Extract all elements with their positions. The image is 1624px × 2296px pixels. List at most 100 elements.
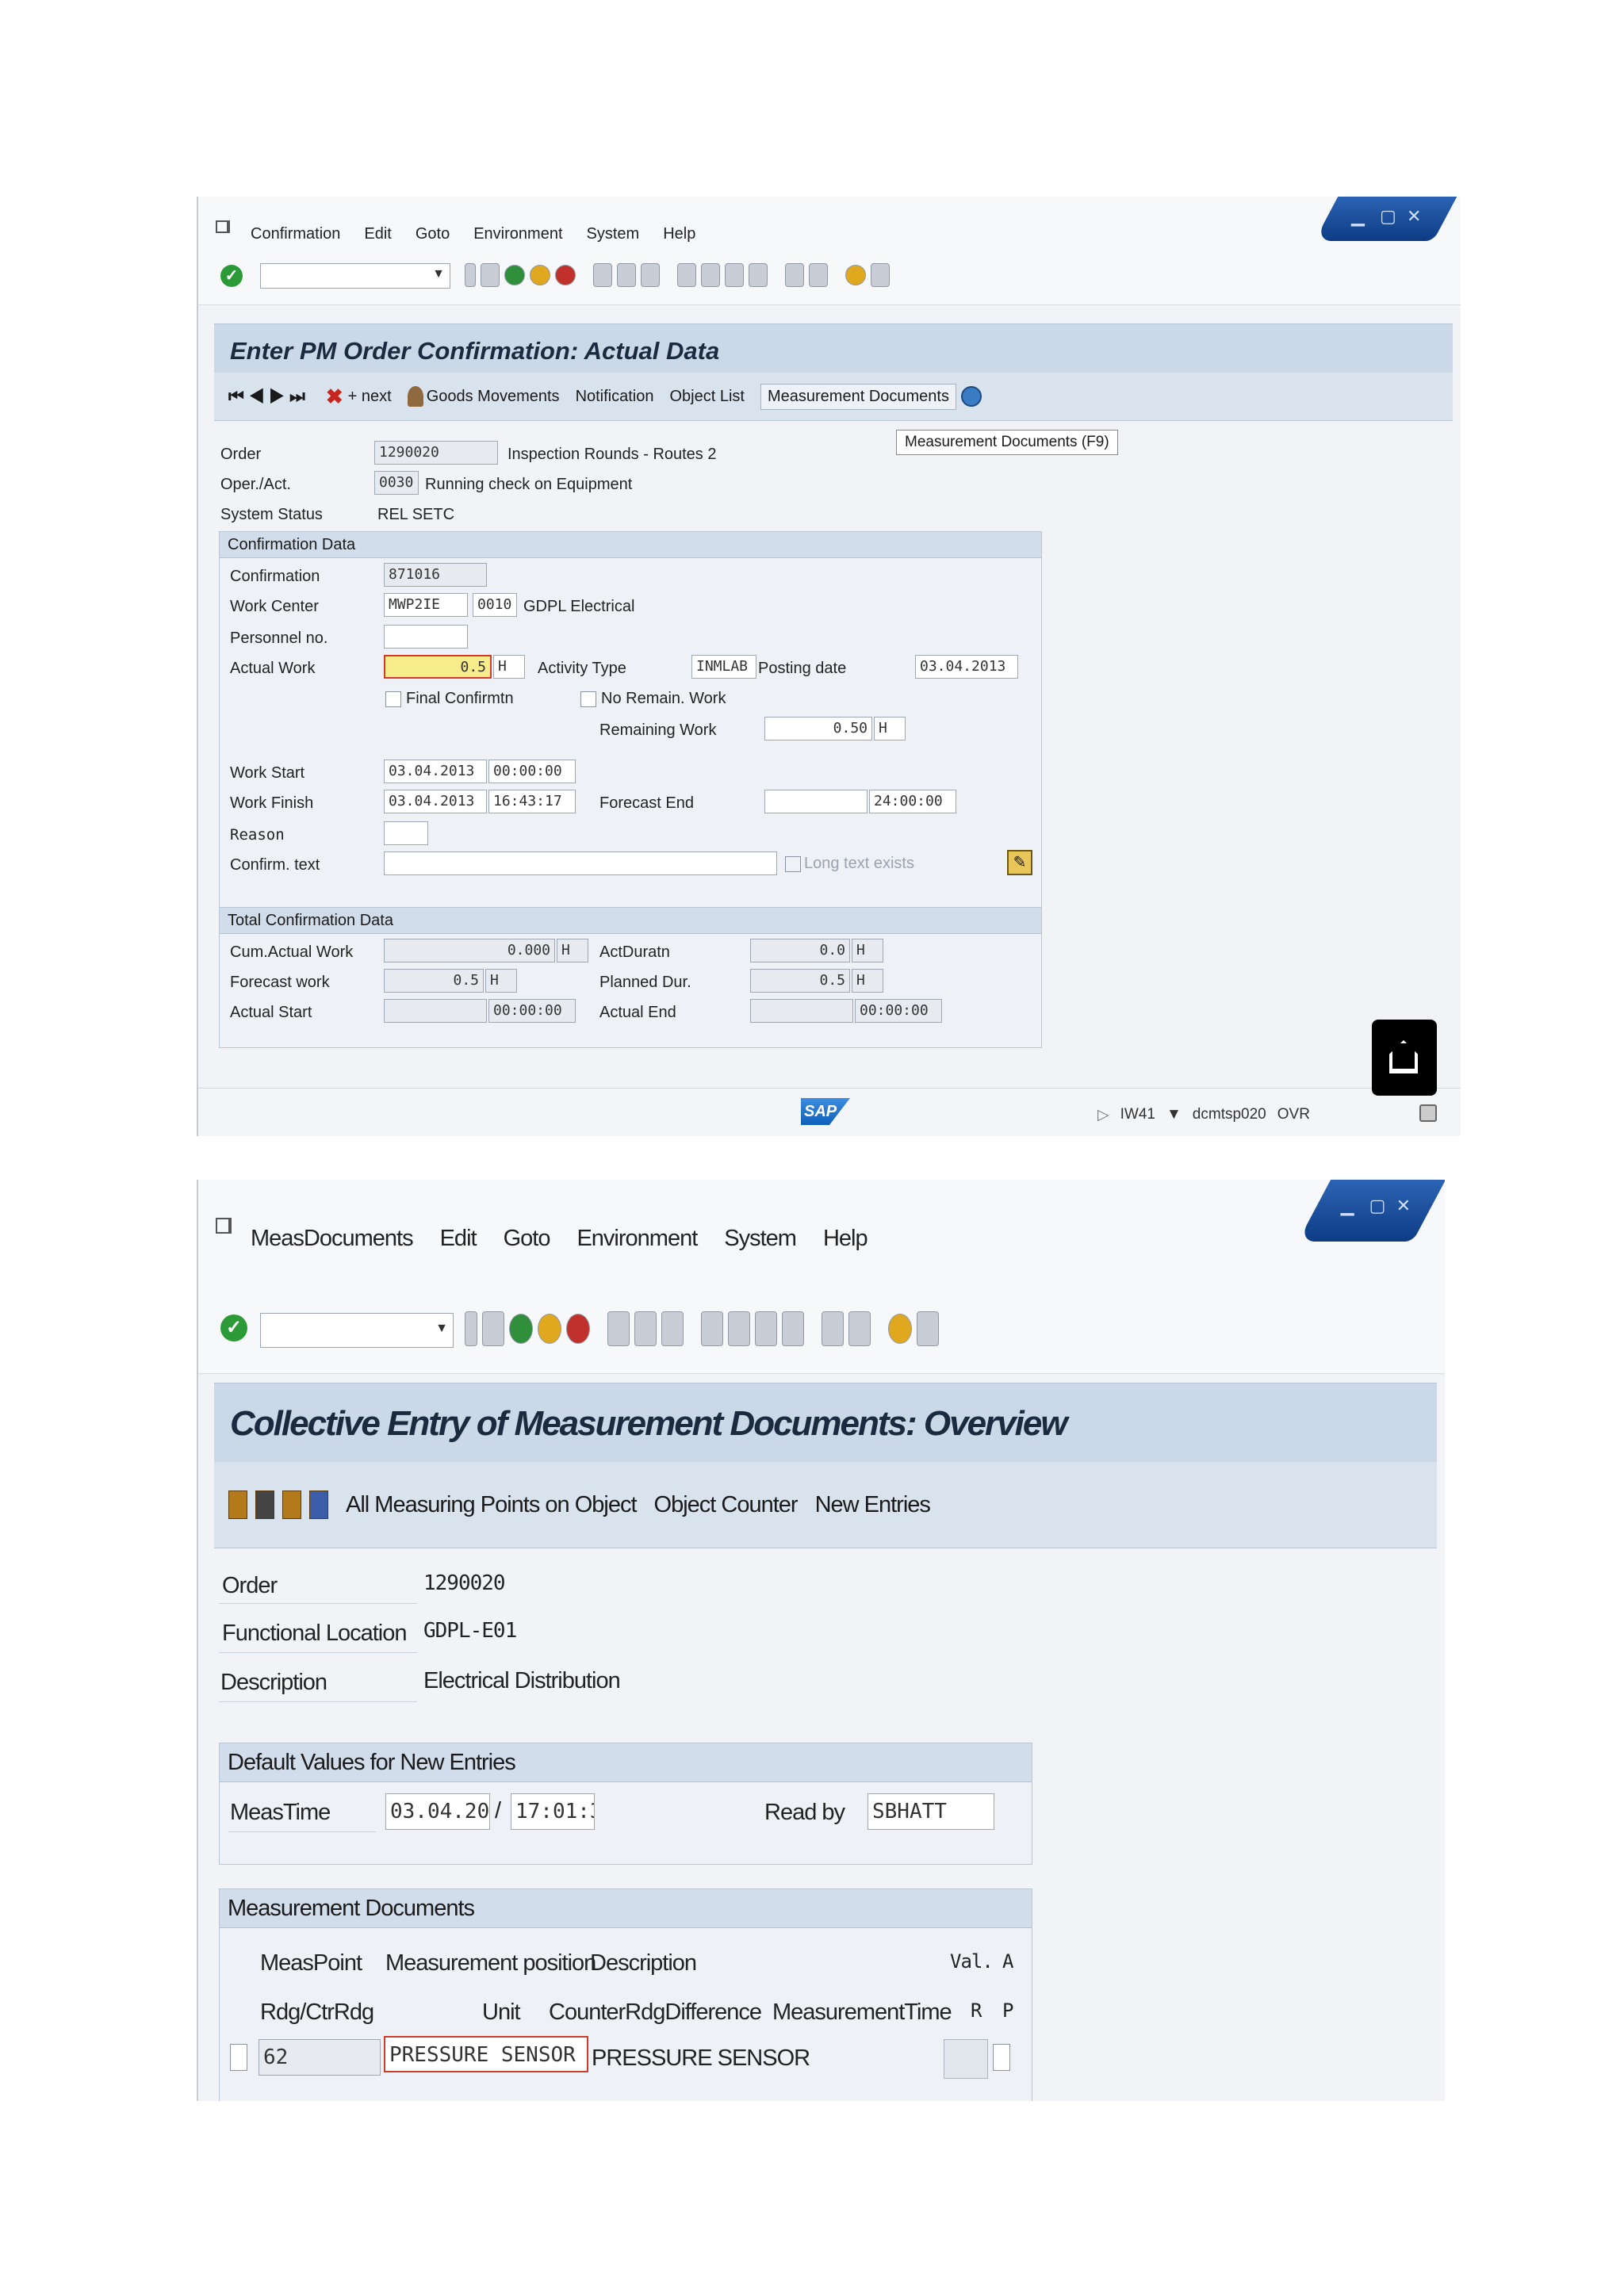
help-icon[interactable] — [888, 1314, 912, 1344]
floating-home-button[interactable] — [1372, 1020, 1437, 1096]
user-icon[interactable] — [282, 1490, 301, 1519]
delete-icon[interactable] — [255, 1490, 274, 1519]
menu-system[interactable]: System — [724, 1226, 797, 1252]
meas-date-field[interactable]: 03.04.2013 — [385, 1793, 490, 1830]
first-page-icon[interactable] — [677, 263, 696, 287]
maximize-icon[interactable]: ▢ — [1369, 1196, 1386, 1216]
back-icon[interactable] — [509, 1314, 533, 1344]
previous-page-icon[interactable] — [728, 1311, 750, 1346]
menu-help[interactable]: Help — [823, 1226, 868, 1252]
enter-icon[interactable]: ✓ — [220, 1314, 247, 1341]
print-icon[interactable] — [607, 1311, 630, 1346]
previous-page-icon[interactable] — [701, 263, 720, 287]
measuring-points-icon[interactable] — [309, 1490, 328, 1519]
final-confirmation-checkbox[interactable] — [385, 691, 401, 707]
print-icon[interactable] — [593, 263, 612, 287]
next-page-icon[interactable] — [755, 1311, 777, 1346]
menu-goto[interactable]: Goto — [504, 1226, 551, 1252]
forecast-end-date-field[interactable] — [764, 790, 868, 813]
all-measuring-points-button[interactable]: All Measuring Points on Object — [346, 1492, 638, 1518]
cancel-icon[interactable] — [555, 265, 576, 285]
menu-goto[interactable]: Goto — [416, 225, 450, 243]
menu-confirmation[interactable]: Confirmation — [251, 225, 340, 243]
command-field[interactable]: ▼ — [260, 1313, 454, 1348]
shortcut-icon[interactable] — [809, 263, 828, 287]
menu-edit[interactable]: Edit — [364, 225, 391, 243]
maximize-icon[interactable]: ▢ — [1380, 206, 1396, 227]
work-center-field[interactable]: MWP2IE — [384, 593, 468, 617]
find-next-icon[interactable] — [641, 263, 660, 287]
valuation-field[interactable] — [944, 2039, 988, 2079]
exit-icon[interactable] — [530, 265, 550, 285]
back-icon[interactable] — [504, 265, 525, 285]
object-list-button[interactable]: Object List — [670, 388, 745, 406]
chevron-down-icon[interactable]: ▼ — [432, 267, 445, 281]
enter-icon[interactable]: ✓ — [220, 265, 243, 287]
save-icon[interactable] — [481, 263, 500, 287]
status-expand-icon[interactable]: ▷ — [1097, 1106, 1109, 1124]
lock-icon[interactable] — [1419, 1104, 1437, 1122]
plant-field[interactable]: 0010 — [473, 593, 517, 617]
transaction-code[interactable]: IW41 — [1120, 1106, 1155, 1124]
menu-environment[interactable]: Environment — [576, 1226, 698, 1252]
reason-field[interactable] — [384, 821, 428, 845]
remaining-work-field[interactable]: 0.50 — [764, 717, 872, 740]
menu-exit-icon[interactable] — [216, 220, 230, 233]
chevron-down-icon[interactable]: ▼ — [435, 1322, 448, 1336]
notification-button[interactable]: Notification — [576, 388, 654, 406]
cancel-icon[interactable] — [566, 1314, 590, 1344]
remaining-work-unit-field[interactable]: H — [874, 717, 906, 740]
find-icon[interactable] — [634, 1311, 657, 1346]
confirmation-text-field[interactable] — [384, 851, 777, 875]
work-finish-time-field[interactable]: 16:43:17 — [488, 790, 576, 813]
row-p-checkbox[interactable] — [993, 2044, 1010, 2071]
chevron-down-icon[interactable]: ▼ — [1166, 1106, 1182, 1124]
layout-menu-icon[interactable] — [917, 1311, 939, 1346]
actual-work-field[interactable]: 0.5 — [384, 655, 492, 679]
cancel-x-icon[interactable]: ✖ — [326, 385, 343, 409]
layout-menu-icon[interactable] — [871, 263, 890, 287]
goods-movements-button[interactable]: Goods Movements — [427, 388, 560, 406]
no-remaining-work-checkbox[interactable] — [580, 691, 596, 707]
row-select-checkbox[interactable] — [230, 2044, 247, 2071]
forecast-end-time-field[interactable]: 24:00:00 — [869, 790, 956, 813]
back-arrow-icon[interactable] — [465, 1311, 477, 1346]
help-icon[interactable] — [845, 265, 866, 285]
object-counter-button[interactable]: Object Counter — [654, 1492, 799, 1518]
menu-environment[interactable]: Environment — [473, 225, 562, 243]
next-button[interactable]: + next — [348, 388, 392, 406]
back-arrow-icon[interactable] — [465, 263, 476, 287]
record-navigation-icons[interactable]: ⏮◀▶⏭ — [228, 386, 310, 407]
measurement-documents-button[interactable]: Measurement Documents — [760, 383, 956, 410]
menu-system[interactable]: System — [587, 225, 640, 243]
menu-edit[interactable]: Edit — [440, 1226, 477, 1252]
minimize-icon[interactable]: ▁ — [1341, 1196, 1354, 1216]
next-page-icon[interactable] — [725, 263, 744, 287]
new-session-icon[interactable] — [822, 1311, 844, 1346]
work-finish-date-field[interactable]: 03.04.2013 — [384, 790, 487, 813]
new-session-icon[interactable] — [785, 263, 804, 287]
close-icon[interactable]: ✕ — [1407, 206, 1421, 227]
menu-help[interactable]: Help — [663, 225, 695, 243]
menu-exit-icon[interactable] — [216, 1218, 232, 1234]
work-start-date-field[interactable]: 03.04.2013 — [384, 760, 487, 783]
minimize-icon[interactable]: ▁ — [1351, 206, 1365, 227]
find-icon[interactable] — [617, 263, 636, 287]
posting-date-field[interactable]: 03.04.2013 — [915, 655, 1018, 679]
menu-measdocuments[interactable]: MeasDocuments — [251, 1226, 414, 1252]
meas-time-field[interactable]: 17:01:32 — [511, 1793, 595, 1830]
last-page-icon[interactable] — [782, 1311, 804, 1346]
exit-icon[interactable] — [538, 1314, 561, 1344]
close-icon[interactable]: ✕ — [1396, 1196, 1411, 1216]
activity-type-field[interactable]: INMLAB — [691, 655, 756, 679]
measurement-position-field[interactable]: PRESSURE SENSOR — [384, 2036, 588, 2072]
long-text-edit-icon[interactable]: ✎ — [1007, 850, 1032, 875]
actual-work-unit-field[interactable]: H — [493, 655, 525, 679]
object-info-icon[interactable] — [228, 1490, 247, 1519]
read-by-field[interactable]: SBHATT — [868, 1793, 994, 1830]
personnel-field[interactable] — [384, 625, 468, 649]
save-icon[interactable] — [482, 1311, 504, 1346]
work-start-time-field[interactable]: 00:00:00 — [488, 760, 576, 783]
find-next-icon[interactable] — [661, 1311, 684, 1346]
shortcut-icon[interactable] — [848, 1311, 871, 1346]
